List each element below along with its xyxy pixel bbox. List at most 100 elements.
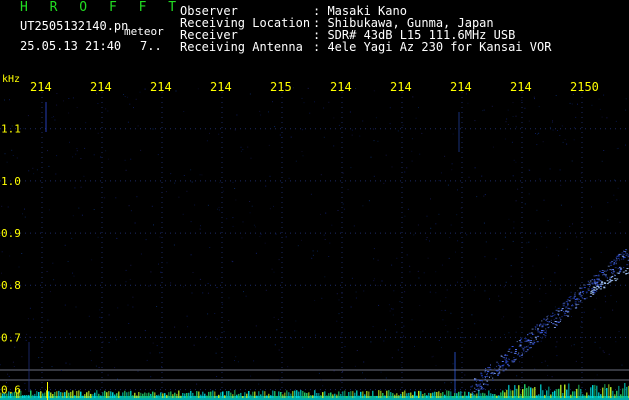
x-tick-label: 214 — [450, 80, 472, 94]
noise-dot — [342, 371, 344, 372]
noise-dot — [107, 110, 109, 112]
baseline-spike — [554, 390, 556, 398]
echo-dot — [506, 361, 507, 363]
noise-dot — [517, 188, 519, 190]
noise-dot — [54, 119, 56, 121]
noise-dot — [117, 378, 118, 380]
baseline-spike — [582, 394, 584, 398]
noise-dot — [444, 382, 446, 384]
noise-dot — [294, 330, 296, 332]
noise-dot — [48, 165, 50, 167]
noise-dot — [541, 362, 543, 363]
noise-dot — [223, 331, 225, 333]
noise-dot — [362, 205, 364, 207]
noise-dot — [302, 155, 304, 157]
baseline-spike — [272, 390, 274, 398]
x-tick-label: 214 — [150, 80, 172, 94]
noise-dot — [192, 272, 194, 273]
noise-dot — [268, 111, 269, 113]
echo-dot — [597, 275, 600, 277]
baseline-spike — [30, 390, 32, 398]
noise-dot — [603, 351, 605, 353]
echo-dot — [501, 365, 504, 367]
noise-dot — [78, 207, 80, 209]
baseline-spike — [326, 395, 328, 398]
noise-dot — [196, 383, 198, 385]
noise-dot — [610, 295, 612, 297]
echo-dot — [626, 253, 628, 255]
noise-dot — [8, 375, 10, 377]
baseline-spike — [200, 394, 202, 398]
noise-dot — [536, 144, 538, 146]
echo-dot — [571, 304, 573, 306]
noise-dot — [448, 257, 450, 259]
echo-dot — [577, 299, 579, 301]
noise-dot — [389, 123, 391, 125]
noise-dot — [552, 120, 553, 122]
noise-dot — [451, 163, 453, 165]
baseline-spike — [492, 394, 494, 398]
noise-dot — [401, 341, 403, 343]
noise-dot — [90, 350, 92, 352]
echo-dot — [473, 391, 476, 393]
noise-dot — [552, 129, 554, 131]
noise-dot — [329, 242, 331, 244]
noise-dot — [573, 344, 575, 346]
noise-dot — [481, 175, 483, 177]
echo-bright-dot — [590, 291, 593, 293]
noise-dot — [419, 305, 421, 306]
noise-dot — [24, 216, 26, 218]
baseline-spike — [174, 392, 176, 398]
baseline-spike — [548, 386, 550, 398]
echo-dot — [588, 282, 591, 284]
echo-dot — [568, 300, 571, 302]
noise-dot — [351, 134, 353, 136]
baseline-spike — [314, 390, 316, 398]
baseline-spike — [478, 390, 480, 398]
echo-dot — [546, 323, 549, 325]
baseline-spike — [474, 394, 476, 398]
baseline-spike — [496, 395, 498, 398]
y-tick-label: 0.6 — [1, 384, 21, 397]
baseline-spike — [214, 391, 216, 398]
noise-dot — [67, 261, 69, 262]
echo-dot — [476, 389, 478, 391]
echo-dot — [622, 253, 625, 255]
noise-dot — [560, 204, 562, 206]
noise-dot — [174, 326, 176, 328]
noise-dot — [25, 339, 27, 341]
noise-dot — [302, 346, 304, 348]
noise-dot — [457, 281, 458, 283]
noise-dot — [268, 144, 270, 146]
noise-dot — [315, 334, 316, 336]
echo-dot — [581, 295, 583, 297]
noise-dot — [621, 364, 623, 366]
baseline-spike — [186, 393, 188, 398]
noise-dot — [431, 356, 433, 358]
baseline-spike — [234, 390, 236, 398]
echo-dot — [575, 304, 578, 306]
echo-dot — [596, 278, 599, 280]
echo-dot — [524, 338, 527, 340]
echo-dot — [619, 259, 620, 261]
echo-dot — [498, 372, 501, 374]
echo-dot — [555, 309, 558, 311]
noise-dot — [178, 196, 180, 198]
echo-dot — [617, 257, 620, 259]
noise-dot — [193, 344, 195, 346]
noise-dot — [317, 250, 318, 252]
noise-dot — [422, 330, 424, 332]
baseline-spike — [152, 391, 154, 398]
baseline-spike — [230, 392, 232, 398]
noise-dot — [33, 173, 35, 175]
baseline-spike — [226, 391, 228, 398]
noise-dot — [161, 366, 163, 368]
noise-dot — [414, 345, 415, 347]
noise-dot — [475, 334, 477, 336]
noise-dot — [242, 149, 244, 151]
noise-dot — [309, 112, 311, 114]
echo-dot — [591, 288, 594, 290]
echo-bright-dot — [593, 289, 596, 291]
echo-dot — [616, 259, 618, 261]
noise-dot — [324, 276, 326, 278]
